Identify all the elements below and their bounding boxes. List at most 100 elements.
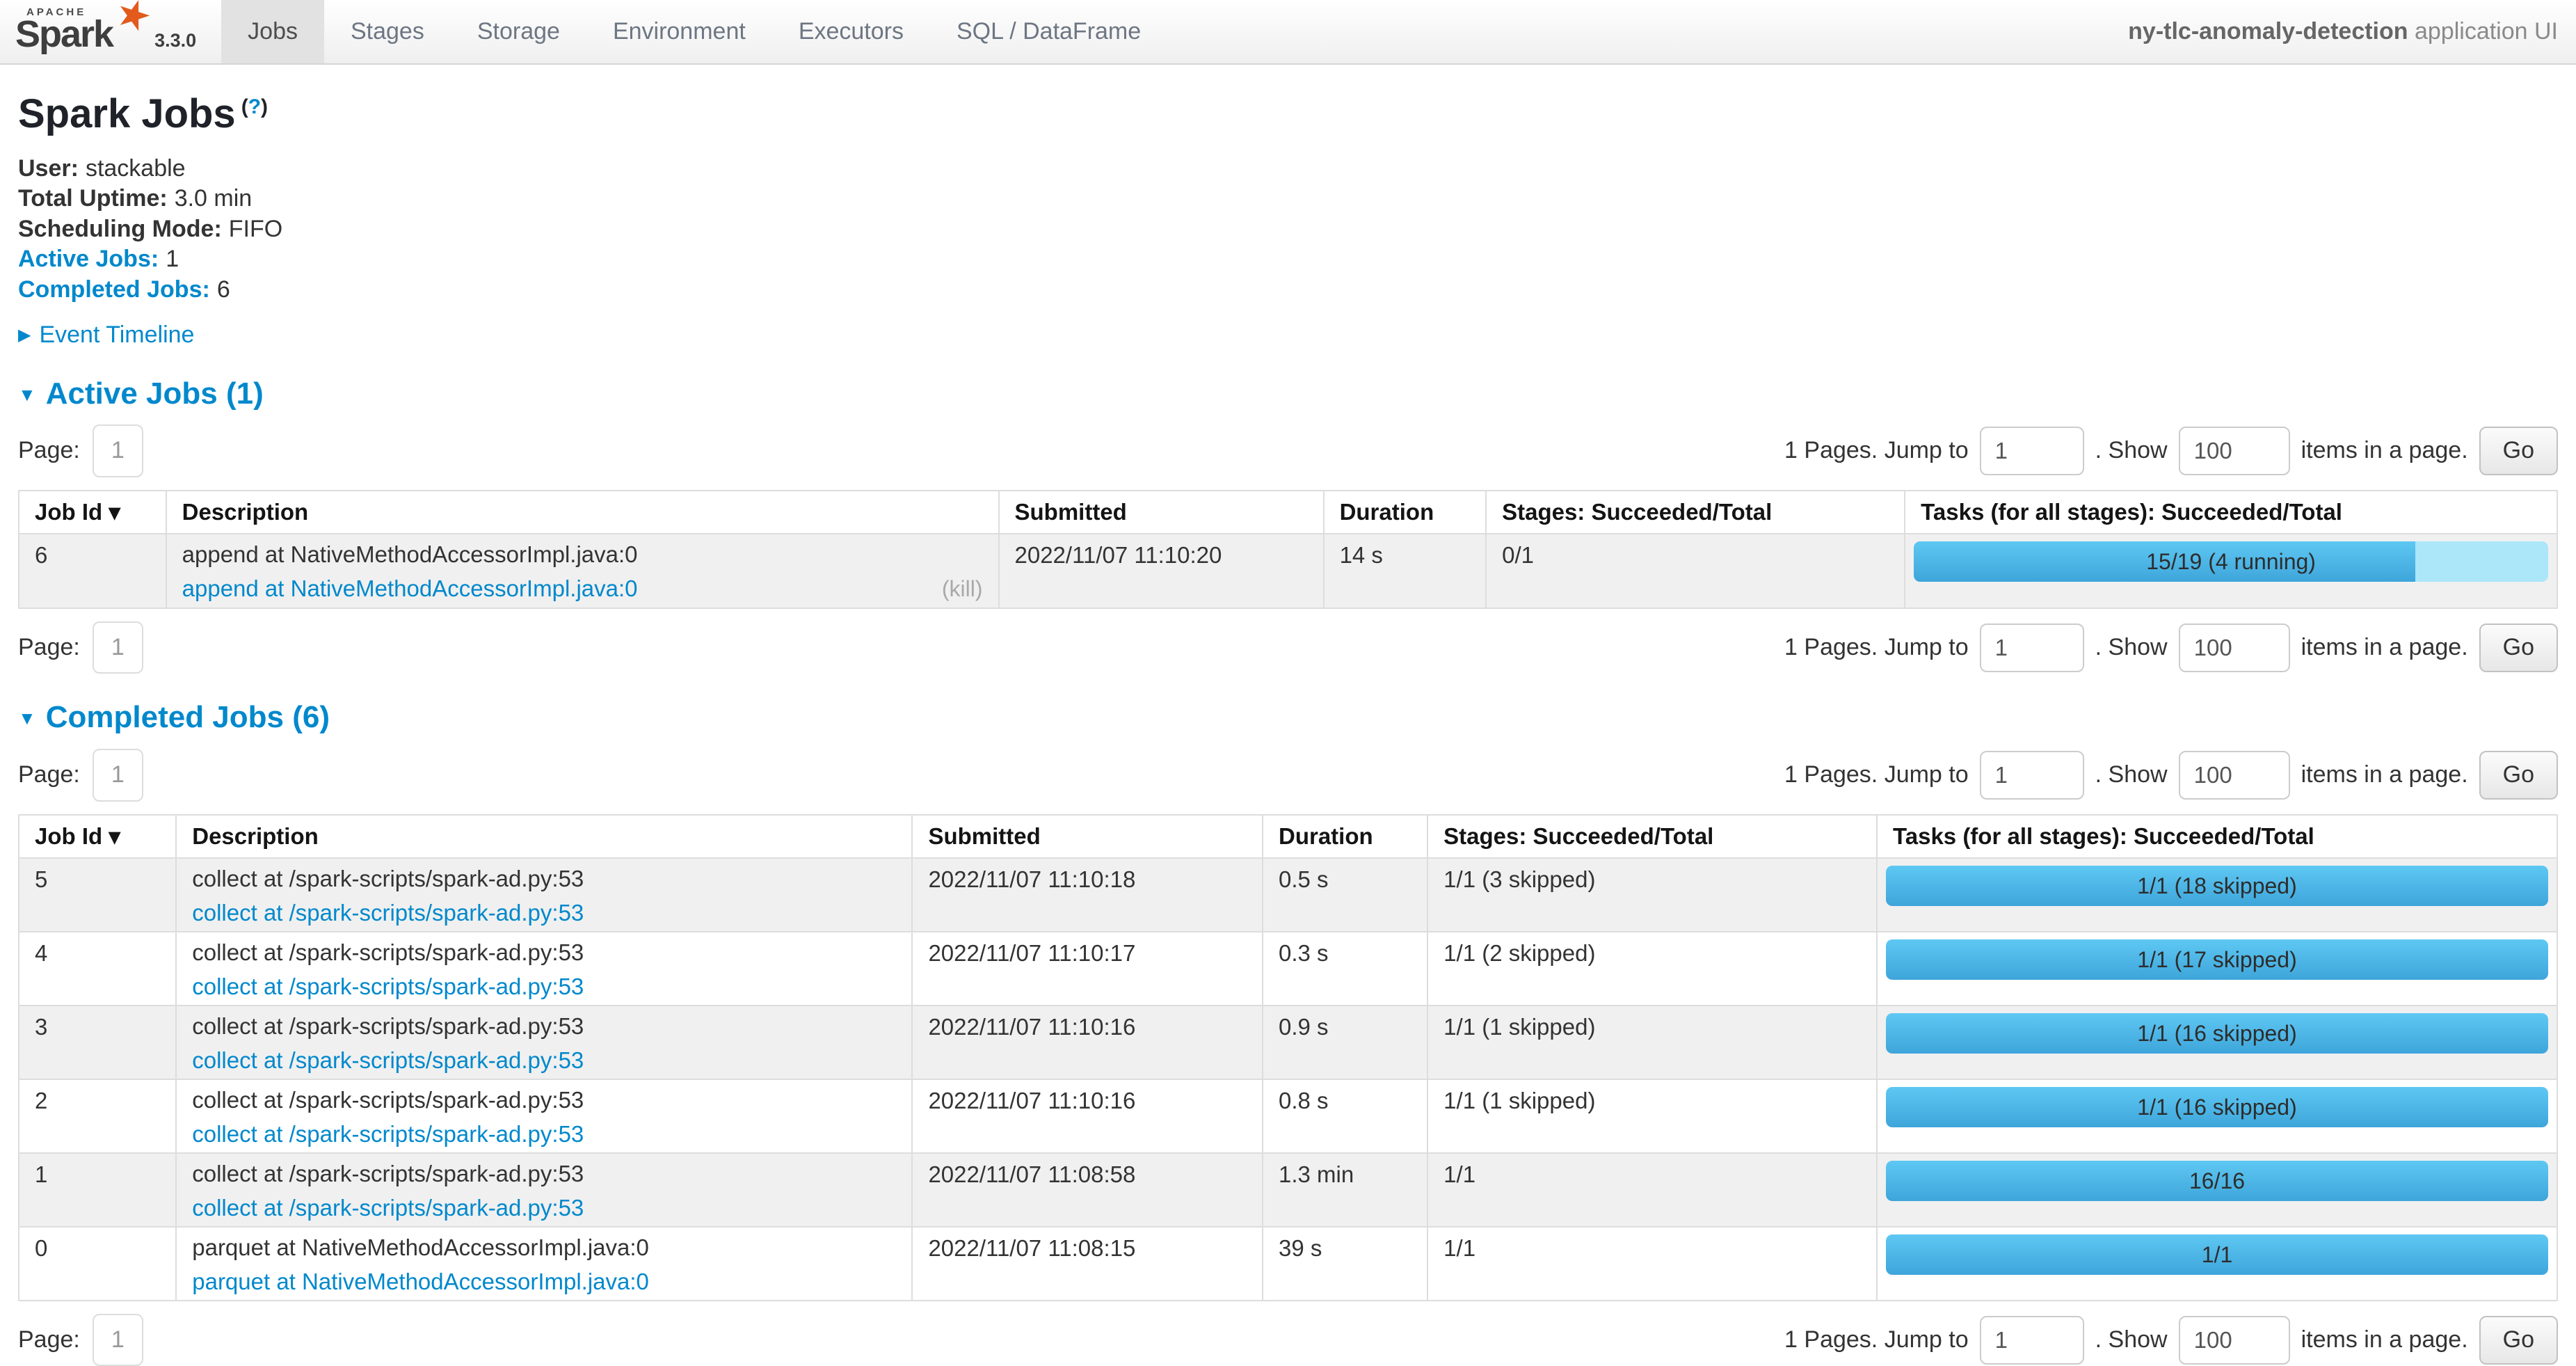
completed-jobs-table: Job Id ▾DescriptionSubmittedDurationStag… [18,814,2558,1301]
page-number-button[interactable]: 1 [93,749,143,801]
description-cell: collect at /spark-scripts/spark-ad.py:53… [176,1006,912,1079]
summary-value: FIFO [229,216,282,242]
top-navbar: APACHESpark ★ 3.3.0 Jobs Stages Storage Env… [0,0,2576,65]
tab-sql-dataframe[interactable]: SQL / DataFrame [930,0,1167,63]
job-detail-link[interactable]: parquet at NativeMethodAccessorImpl.java… [192,1269,649,1294]
tab-executors[interactable]: Executors [772,0,930,63]
submitted-cell: 2022/11/07 11:10:17 [912,932,1263,1006]
go-button[interactable]: Go [2479,751,2558,800]
job-detail-link[interactable]: collect at /spark-scripts/spark-ad.py:53 [192,900,584,926]
table-row: 0 parquet at NativeMethodAccessorImpl.ja… [19,1227,2557,1301]
items-per-page-input[interactable] [2179,624,2290,672]
event-timeline-toggle[interactable]: ▶ Event Timeline [18,321,2558,349]
column-header[interactable]: Submitted [912,815,1263,858]
jump-to-page-input[interactable] [1980,751,2084,800]
show-text: . Show [2095,633,2168,662]
duration-cell: 0.5 s [1263,858,1427,932]
pages-count-text: 1 Pages. Jump to [1784,436,1969,465]
stages-cell: 1/1 (1 skipped) [1427,1079,1877,1153]
job-id-cell: 6 [19,534,166,608]
column-header[interactable]: Job Id ▾ [19,815,176,858]
job-detail-link[interactable]: collect at /spark-scripts/spark-ad.py:53 [192,1121,584,1147]
description-cell: collect at /spark-scripts/spark-ad.py:53… [176,932,912,1006]
tab-storage[interactable]: Storage [451,0,586,63]
tasks-cell: 1/1 (17 skipped) [1877,932,2557,1006]
active-jobs-pagination-bottom: Page: 1 1 Pages. Jump to . Show items in… [18,621,2558,674]
task-progress-bar: 1/1 (17 skipped) [1886,939,2548,980]
items-per-page-input[interactable] [2179,427,2290,475]
duration-cell: 0.8 s [1263,1079,1427,1153]
jump-to-page-input[interactable] [1980,624,2084,672]
page-number-button[interactable]: 1 [93,621,143,674]
items-per-page-input[interactable] [2179,1316,2290,1365]
tasks-cell: 16/16 [1877,1153,2557,1227]
job-detail-link[interactable]: append at NativeMethodAccessorImpl.java:… [182,575,638,601]
active-jobs-heading[interactable]: ▼ Active Jobs (1) [18,375,2558,413]
column-header[interactable]: Stages: Succeeded/Total [1427,815,1877,858]
active-jobs-header-row: Job Id ▾DescriptionSubmittedDurationStag… [19,491,2557,534]
pagination-row: Page: 1 1 Pages. Jump to . Show items in… [18,1314,2558,1366]
jump-to-page-input[interactable] [1980,427,2084,475]
active-jobs-table: Job Id ▾DescriptionSubmittedDurationStag… [18,490,2558,609]
nav-tabs: Jobs Stages Storage EnvironmentExecutorsSQL… [221,0,1167,63]
summary-item: User:stackable [18,154,2558,183]
spark-logo-art: APACHESpark ★ [15,2,149,58]
submitted-cell: 2022/11/07 11:10:16 [912,1079,1263,1153]
items-per-page-text: items in a page. [2301,761,2468,789]
spark-version: 3.3.0 [154,29,196,58]
go-button[interactable]: Go [2479,427,2558,475]
column-header[interactable]: Duration [1324,491,1487,534]
tab-label: Storage [477,17,560,46]
go-button[interactable]: Go [2479,624,2558,672]
column-header[interactable]: Description [166,491,999,534]
submitted-cell: 2022/11/07 11:08:15 [912,1227,1263,1301]
show-text: . Show [2095,761,2168,789]
page-label: Page: [18,1326,80,1354]
task-progress-bar: 1/1 (16 skipped) [1886,1087,2548,1127]
tasks-cell: 1/1 (16 skipped) [1877,1079,2557,1153]
job-detail-link[interactable]: collect at /spark-scripts/spark-ad.py:53 [192,1047,584,1073]
column-header[interactable]: Job Id ▾ [19,491,166,534]
items-per-page-input[interactable] [2179,751,2290,800]
page-number-button[interactable]: 1 [93,424,143,477]
summary-value: stackable [86,155,186,182]
column-header[interactable]: Tasks (for all stages): Succeeded/Total [1877,815,2557,858]
column-header[interactable]: Tasks (for all stages): Succeeded/Total [1905,491,2557,534]
application-title: ny-tlc-anomaly-detection application UI [2128,17,2576,46]
tasks-cell: 15/19 (4 running) [1905,534,2557,608]
page-label: Page: [18,633,80,662]
job-detail-link[interactable]: collect at /spark-scripts/spark-ad.py:53 [192,1195,584,1221]
submitted-cell: 2022/11/07 11:10:18 [912,858,1263,932]
column-header[interactable]: Description [176,815,912,858]
job-detail-link[interactable]: collect at /spark-scripts/spark-ad.py:53 [192,974,584,999]
summary-label[interactable]: Active Jobs: [18,246,159,272]
tab-label: Stages [351,17,424,46]
summary-value: 3.0 min [175,185,253,212]
tab-jobs[interactable]: Jobs [221,0,324,63]
summary-label[interactable]: Completed Jobs: [18,276,210,303]
spark-logo[interactable]: APACHESpark ★ 3.3.0 [0,0,203,63]
duration-cell: 0.3 s [1263,932,1427,1006]
go-button[interactable]: Go [2479,1316,2558,1365]
jump-to-page-input[interactable] [1980,1316,2084,1365]
table-row: 5 collect at /spark-scripts/spark-ad.py:… [19,858,2557,932]
page-number-button[interactable]: 1 [93,1314,143,1366]
tab-environment[interactable]: Environment [586,0,772,63]
tab-stages[interactable]: Stages [324,0,451,63]
completed-jobs-heading[interactable]: ▼ Completed Jobs (6) [18,699,2558,736]
event-timeline-label: Event Timeline [39,321,194,349]
column-header[interactable]: Submitted [999,491,1324,534]
page-title: Spark Jobs(?) [18,90,2558,139]
stages-cell: 1/1 (1 skipped) [1427,1006,1877,1079]
help-marker[interactable]: (?) [241,95,268,118]
job-id-cell: 5 [19,858,176,932]
progress-label: 1/1 (16 skipped) [1886,1087,2548,1127]
column-header[interactable]: Stages: Succeeded/Total [1486,491,1905,534]
completed-jobs-header-row: Job Id ▾DescriptionSubmittedDurationStag… [19,815,2557,858]
description-cell: collect at /spark-scripts/spark-ad.py:53… [176,1153,912,1227]
application-name: ny-tlc-anomaly-detection [2128,18,2408,45]
table-row: 6 append at NativeMethodAccessorImpl.jav… [19,534,2557,608]
column-header[interactable]: Duration [1263,815,1427,858]
kill-link[interactable]: (kill) [942,576,983,602]
pages-count-text: 1 Pages. Jump to [1784,1326,1969,1354]
